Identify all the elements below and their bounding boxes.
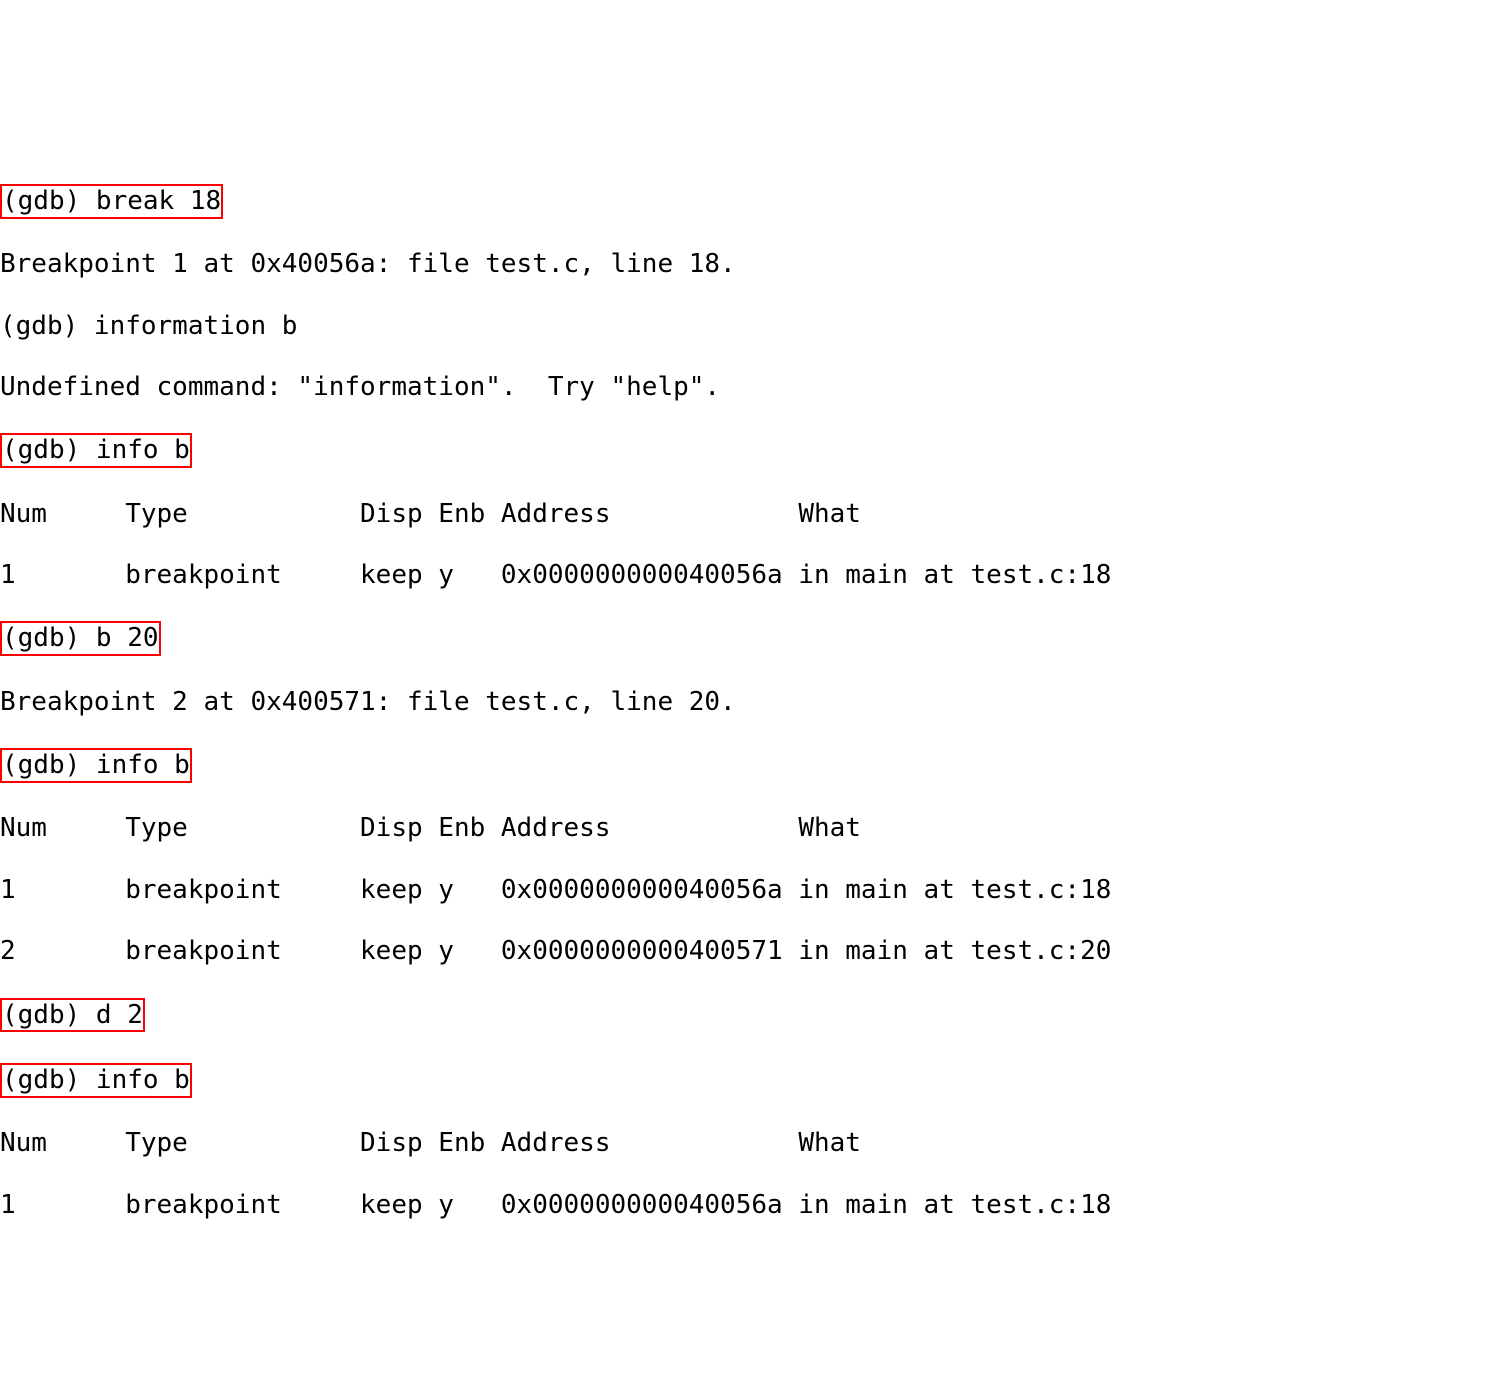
gdb-output: Undefined command: "information". Try "h… bbox=[0, 372, 1497, 403]
breakpoint-table-row: 1 breakpoint keep y 0x000000000040056a i… bbox=[0, 1190, 1497, 1221]
breakpoint-table-row: 1 breakpoint keep y 0x000000000040056a i… bbox=[0, 875, 1497, 906]
breakpoint-table-row: 2 breakpoint keep y 0x0000000000400571 i… bbox=[0, 936, 1497, 967]
gdb-output: Breakpoint 2 at 0x400571: file test.c, l… bbox=[0, 687, 1497, 718]
gdb-command-info-b: (gdb) info b bbox=[0, 433, 192, 468]
gdb-command-information-b: (gdb) information b bbox=[0, 311, 1497, 342]
gdb-output: Breakpoint 1 at 0x40056a: file test.c, l… bbox=[0, 249, 1497, 280]
gdb-command-b-20: (gdb) b 20 bbox=[0, 621, 161, 656]
breakpoint-table-header: Num Type Disp Enb Address What bbox=[0, 813, 1497, 844]
gdb-command-info-b: (gdb) info b bbox=[0, 1063, 192, 1098]
breakpoint-table-header: Num Type Disp Enb Address What bbox=[0, 1128, 1497, 1159]
gdb-command-break-18: (gdb) break 18 bbox=[0, 184, 223, 219]
gdb-command-d-2: (gdb) d 2 bbox=[0, 998, 145, 1033]
gdb-terminal[interactable]: (gdb) break 18 Breakpoint 1 at 0x40056a:… bbox=[0, 153, 1497, 1255]
breakpoint-table-row: 1 breakpoint keep y 0x000000000040056a i… bbox=[0, 560, 1497, 591]
breakpoint-table-header: Num Type Disp Enb Address What bbox=[0, 499, 1497, 530]
gdb-command-info-b: (gdb) info b bbox=[0, 748, 192, 783]
